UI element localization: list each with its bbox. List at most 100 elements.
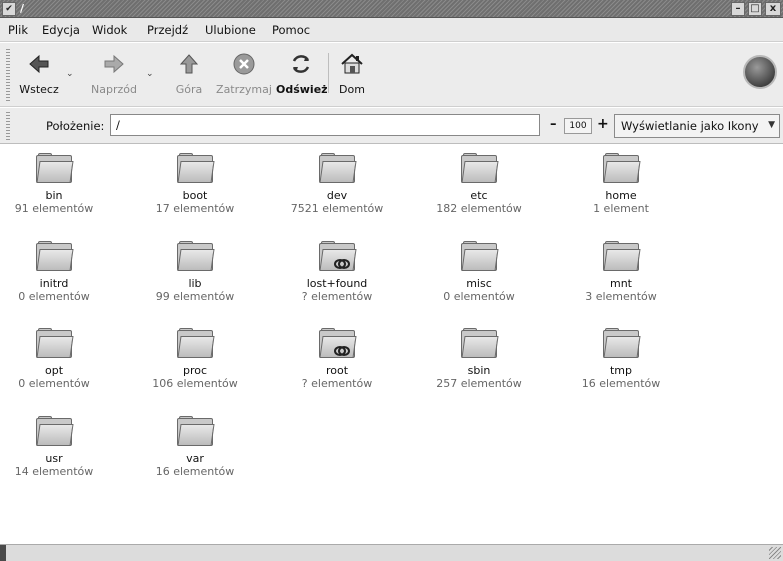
zoom-in-button[interactable]: + <box>597 116 609 132</box>
activity-throbber-icon <box>743 55 777 89</box>
back-button[interactable]: Wstecz <box>14 49 64 101</box>
folder-icon <box>319 153 357 183</box>
folder-item-count: ? elementów <box>301 290 373 303</box>
folder-item-count: 16 elementów <box>155 465 235 478</box>
toolbar-grip[interactable] <box>6 49 10 101</box>
folder-name: lost+found <box>306 277 368 290</box>
folder-item-count: 91 elementów <box>14 202 94 215</box>
folder-icon <box>177 241 215 271</box>
folder-item[interactable]: dev 7521 elementów <box>266 153 408 215</box>
folder-name: usr <box>45 452 63 465</box>
folder-name: initrd <box>39 277 69 290</box>
resize-grip-icon[interactable] <box>769 547 781 559</box>
folder-icon <box>461 328 499 358</box>
menu-view[interactable]: Widok <box>92 23 127 37</box>
folder-name: home <box>605 189 637 202</box>
home-button[interactable]: Dom <box>332 49 372 101</box>
folder-icon <box>36 416 74 446</box>
folder-item-count: 0 elementów <box>18 290 90 303</box>
folder-name: boot <box>182 189 208 202</box>
location-bar-grip[interactable] <box>6 112 10 140</box>
file-icon-view[interactable]: bin 91 elementów boot 17 elementów dev 7521 e… <box>0 145 783 544</box>
forward-button[interactable]: Naprzód <box>84 49 144 101</box>
folder-item-count: 99 elementów <box>155 290 235 303</box>
folder-item[interactable]: home 1 element <box>550 153 692 215</box>
back-label: Wstecz <box>19 83 59 96</box>
folder-item[interactable]: sbin 257 elementów <box>408 328 550 390</box>
folder-icon <box>461 153 499 183</box>
folder-item[interactable]: boot 17 elementów <box>124 153 266 215</box>
folder-icon <box>461 241 499 271</box>
zoom-level[interactable]: 100 <box>564 118 592 134</box>
chevron-down-icon: ▼ <box>768 120 775 130</box>
menu-bookmarks[interactable]: Ulubione <box>205 23 256 37</box>
folder-item[interactable]: tmp 16 elementów <box>550 328 692 390</box>
folder-item[interactable]: root? elementów <box>266 328 408 390</box>
location-input[interactable]: / <box>110 114 540 136</box>
title-bar: ✔ / – □ x <box>0 0 783 18</box>
folder-name: var <box>186 452 204 465</box>
menu-go[interactable]: Przejdź <box>147 23 188 37</box>
no-access-emblem-icon <box>334 259 350 269</box>
folder-name: tmp <box>609 364 632 377</box>
back-arrow-icon <box>29 54 49 74</box>
folder-name: misc <box>466 277 492 290</box>
reload-icon <box>292 55 310 73</box>
folder-item-count: 0 elementów <box>18 377 90 390</box>
menu-file[interactable]: Plik <box>8 23 28 37</box>
folder-name: bin <box>45 189 63 202</box>
up-label: Góra <box>175 83 203 96</box>
folder-item-count: 3 elementów <box>585 290 657 303</box>
location-label: Położenie: <box>46 119 105 133</box>
stop-button[interactable]: Zatrzymaj <box>212 49 276 101</box>
home-label: Dom <box>339 83 365 96</box>
maximize-button[interactable]: □ <box>748 2 762 16</box>
folder-icon <box>603 153 641 183</box>
stop-icon <box>233 53 255 75</box>
status-indicator <box>0 545 6 561</box>
forward-label: Naprzód <box>91 83 137 96</box>
close-button[interactable]: x <box>765 2 781 16</box>
folder-item[interactable]: etc 182 elementów <box>408 153 550 215</box>
folder-item[interactable]: usr 14 elementów <box>0 416 125 478</box>
folder-name: proc <box>182 364 208 377</box>
menu-help[interactable]: Pomoc <box>272 23 310 37</box>
folder-item-count: 257 elementów <box>436 377 522 390</box>
folder-item[interactable]: misc 0 elementów <box>408 241 550 303</box>
folder-item[interactable]: proc 106 elementów <box>124 328 266 390</box>
location-bar: Położenie: / – 100 + Wyświetlanie jako I… <box>0 108 783 144</box>
forward-history-dropdown-icon[interactable]: ⌄ <box>146 69 154 79</box>
view-mode-select[interactable]: Wyświetlanie jako Ikony ▼ <box>614 114 780 138</box>
folder-icon <box>36 153 74 183</box>
folder-item-count: 106 elementów <box>152 377 238 390</box>
folder-item[interactable]: bin 91 elementów <box>0 153 125 215</box>
folder-item-count: 182 elementów <box>436 202 522 215</box>
folder-item[interactable]: initrd 0 elementów <box>0 241 125 303</box>
folder-item-count: 0 elementów <box>443 290 515 303</box>
folder-icon <box>603 241 641 271</box>
up-arrow-icon <box>179 54 199 74</box>
reload-button[interactable]: Odśwież <box>276 49 328 101</box>
folder-item[interactable]: mnt 3 elementów <box>550 241 692 303</box>
folder-name: dev <box>326 189 348 202</box>
folder-item[interactable]: opt 0 elementów <box>0 328 125 390</box>
up-button[interactable]: Góra <box>166 49 212 101</box>
folder-item-count: 7521 elementów <box>290 202 384 215</box>
folder-item[interactable]: lib 99 elementów <box>124 241 266 303</box>
zoom-out-button[interactable]: – <box>550 117 557 132</box>
folder-icon <box>36 241 74 271</box>
folder-item-count: 14 elementów <box>14 465 94 478</box>
folder-name: lib <box>188 277 202 290</box>
window-menu-button[interactable]: ✔ <box>2 2 16 16</box>
menu-edit[interactable]: Edycja <box>42 23 80 37</box>
forward-arrow-icon <box>104 54 124 74</box>
menu-bar: Plik Edycja Widok Przejdź Ulubione Pomoc <box>0 18 783 42</box>
folder-name: mnt <box>610 277 632 290</box>
folder-icon <box>177 153 215 183</box>
view-mode-label: Wyświetlanie jako Ikony <box>621 119 759 133</box>
minimize-button[interactable]: – <box>731 2 745 16</box>
folder-item[interactable]: lost+found? elementów <box>266 241 408 303</box>
folder-item[interactable]: var 16 elementów <box>124 416 266 478</box>
back-history-dropdown-icon[interactable]: ⌄ <box>66 69 74 79</box>
stop-label: Zatrzymaj <box>216 83 272 96</box>
